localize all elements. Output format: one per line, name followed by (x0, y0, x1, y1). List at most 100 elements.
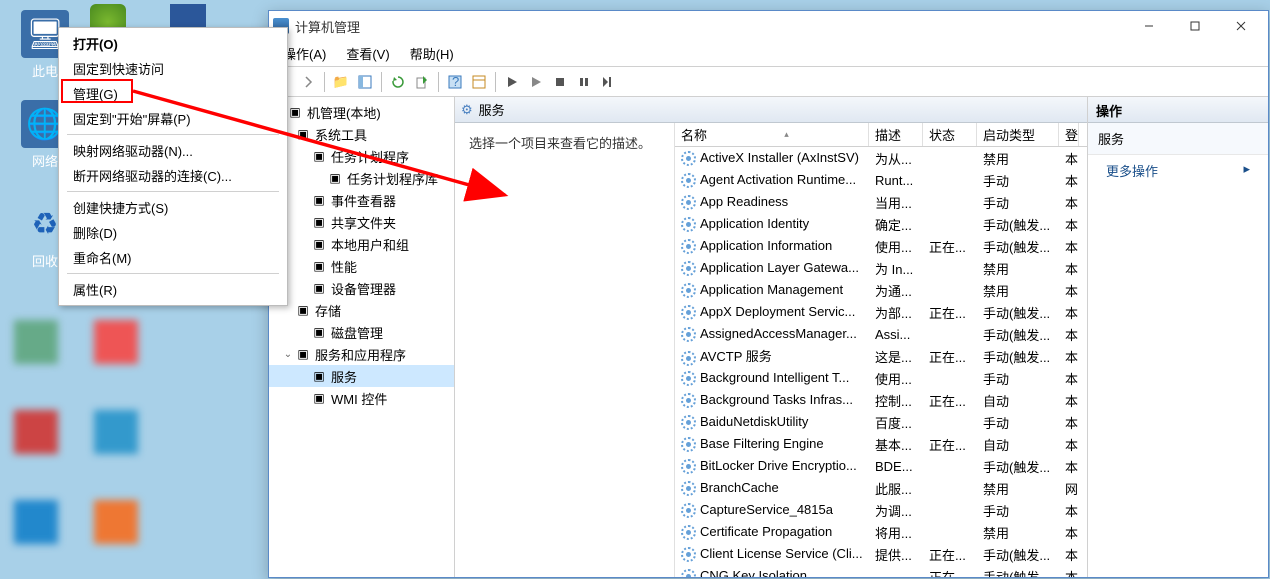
service-row[interactable]: Agent Activation Runtime...Runt...手动本 (675, 169, 1087, 191)
service-row[interactable]: Application Management为通...禁用本 (675, 279, 1087, 301)
tree-pane[interactable]: ▣机管理(本地)▣系统工具▣任务计划程序▣任务计划程序库▣事件查看器▣共享文件夹… (269, 97, 455, 577)
context-menu-item[interactable]: 创建快捷方式(S) (61, 195, 285, 220)
service-row[interactable]: ActiveX Installer (AxInstSV)为从...禁用本 (675, 147, 1087, 169)
service-desc-cell: 为 In... (869, 259, 923, 278)
tree-node[interactable]: ▣系统工具 (269, 123, 454, 145)
gear-icon (681, 305, 696, 320)
toolbar-export-button[interactable] (411, 71, 433, 93)
toolbar-play-button[interactable] (525, 71, 547, 93)
service-row[interactable]: BaiduNetdiskUtility百度...手动本 (675, 411, 1087, 433)
tree-node[interactable]: ▣设备管理器 (269, 277, 454, 299)
context-menu-item[interactable]: 固定到"开始"屏幕(P) (61, 106, 285, 131)
tree-node-label: 任务计划程序库 (347, 169, 438, 188)
toolbar-refresh-button[interactable] (387, 71, 409, 93)
toolbar-restart-button[interactable] (597, 71, 619, 93)
services-icon: ⚙ (461, 102, 473, 118)
toolbar-view-button[interactable] (468, 71, 490, 93)
tree-node[interactable]: ▣磁盘管理 (269, 321, 454, 343)
context-menu-item[interactable]: 属性(R) (61, 277, 285, 302)
service-row[interactable]: Application Information使用...正在...手动(触发..… (675, 235, 1087, 257)
service-startup-cell: 禁用 (977, 523, 1059, 542)
service-startup-cell: 禁用 (977, 259, 1059, 278)
tree-node-label: 设备管理器 (331, 279, 396, 298)
gear-icon (681, 415, 696, 430)
service-startup-cell: 手动 (977, 369, 1059, 388)
tree-node[interactable]: ▣性能 (269, 255, 454, 277)
service-row[interactable]: Application Layer Gatewa...为 In...禁用本 (675, 257, 1087, 279)
service-status-cell: 正在... (923, 567, 977, 578)
tree-node[interactable]: ▣任务计划程序库 (269, 167, 454, 189)
toolbar-start-button[interactable] (501, 71, 523, 93)
col-header-logon[interactable]: 登 (1059, 123, 1079, 146)
menu-item[interactable]: 帮助(H) (400, 41, 464, 66)
toolbar-forward-button[interactable] (297, 71, 319, 93)
service-name-cell: AssignedAccessManager... (675, 326, 869, 342)
service-row[interactable]: AVCTP 服务这是...正在...手动(触发...本 (675, 345, 1087, 367)
toolbar-help-button[interactable]: ? (444, 71, 466, 93)
tree-node[interactable]: ▣本地用户和组 (269, 233, 454, 255)
toolbar: 📁 ? (269, 67, 1268, 97)
service-row[interactable]: Background Intelligent T...使用...手动本 (675, 367, 1087, 389)
toolbar-folder-button[interactable]: 📁 (330, 71, 352, 93)
actions-more-link[interactable]: 更多操作▸ (1088, 155, 1268, 186)
window-titlebar[interactable]: 计算机管理 (269, 11, 1268, 41)
col-header-name[interactable]: 名称▴ (675, 123, 869, 146)
service-logon-cell: 本 (1059, 215, 1079, 234)
col-header-status[interactable]: 状态 (923, 123, 977, 146)
tree-node-label: 共享文件夹 (331, 213, 396, 232)
tree-node[interactable]: ▣服务 (269, 365, 454, 387)
service-name-cell: App Readiness (675, 194, 869, 210)
tree-node[interactable]: ▣共享文件夹 (269, 211, 454, 233)
tree-node[interactable]: ▣机管理(本地) (269, 101, 454, 123)
service-row[interactable]: Certificate Propagation将用...禁用本 (675, 521, 1087, 543)
service-row[interactable]: CNG Key Isolation正在...手动(触发...本 (675, 565, 1087, 577)
toolbar-show-hide-button[interactable] (354, 71, 376, 93)
context-menu-item[interactable]: 固定到快速访问 (61, 56, 285, 81)
tree-node-icon: ▣ (311, 280, 327, 296)
service-row[interactable]: Client License Service (Cli...提供...正在...… (675, 543, 1087, 565)
tree-node[interactable]: ▣WMI 控件 (269, 387, 454, 409)
tree-node[interactable]: ▣事件查看器 (269, 189, 454, 211)
col-header-startup[interactable]: 启动类型 (977, 123, 1059, 146)
context-menu-item[interactable]: 重命名(M) (61, 245, 285, 270)
tree-node[interactable]: ⌄▣服务和应用程序 (269, 343, 454, 365)
maximize-button[interactable] (1172, 11, 1218, 41)
toolbar-pause-button[interactable] (573, 71, 595, 93)
service-row[interactable]: App Readiness当用...手动本 (675, 191, 1087, 213)
col-header-desc[interactable]: 描述 (869, 123, 923, 146)
context-menu-separator (67, 134, 279, 135)
services-list[interactable]: 名称▴ 描述 状态 启动类型 登 ActiveX Installer (AxIn… (675, 123, 1087, 577)
context-menu-item[interactable]: 映射网络驱动器(N)... (61, 138, 285, 163)
context-menu-item[interactable]: 断开网络驱动器的连接(C)... (61, 163, 285, 188)
tree-node[interactable]: ▣存储 (269, 299, 454, 321)
service-row[interactable]: Application Identity确定...手动(触发...本 (675, 213, 1087, 235)
service-logon-cell: 网 (1059, 479, 1079, 498)
tree-expand-icon[interactable]: ⌄ (281, 349, 295, 360)
minimize-button[interactable] (1126, 11, 1172, 41)
tree-node[interactable]: ▣任务计划程序 (269, 145, 454, 167)
service-row[interactable]: BranchCache此服...禁用网 (675, 477, 1087, 499)
service-row[interactable]: BitLocker Drive Encryptio...BDE...手动(触发.… (675, 455, 1087, 477)
gear-icon (681, 503, 696, 518)
tree-node-icon: ▣ (311, 236, 327, 252)
tree-node-icon: ▣ (311, 214, 327, 230)
context-menu-item[interactable]: 管理(G) (61, 81, 285, 106)
service-row[interactable]: CaptureService_4815a为调...手动本 (675, 499, 1087, 521)
toolbar-stop-button[interactable] (549, 71, 571, 93)
gear-icon (681, 351, 696, 366)
context-menu-item[interactable]: 删除(D) (61, 220, 285, 245)
context-menu-item[interactable]: 打开(O) (61, 31, 285, 56)
service-logon-cell: 本 (1059, 369, 1079, 388)
service-row[interactable]: AppX Deployment Servic...为部...正在...手动(触发… (675, 301, 1087, 323)
menu-item[interactable]: 查看(V) (336, 41, 399, 66)
service-row[interactable]: Base Filtering Engine基本...正在...自动本 (675, 433, 1087, 455)
service-desc-cell: 提供... (869, 545, 923, 564)
service-startup-cell: 手动 (977, 413, 1059, 432)
tree-node-icon: ▣ (295, 346, 311, 362)
service-name-cell: Background Tasks Infras... (675, 392, 869, 408)
service-logon-cell: 本 (1059, 413, 1079, 432)
service-desc-cell: Assi... (869, 327, 923, 342)
service-row[interactable]: Background Tasks Infras...控制...正在...自动本 (675, 389, 1087, 411)
close-button[interactable] (1218, 11, 1264, 41)
service-row[interactable]: AssignedAccessManager...Assi...手动(触发...本 (675, 323, 1087, 345)
